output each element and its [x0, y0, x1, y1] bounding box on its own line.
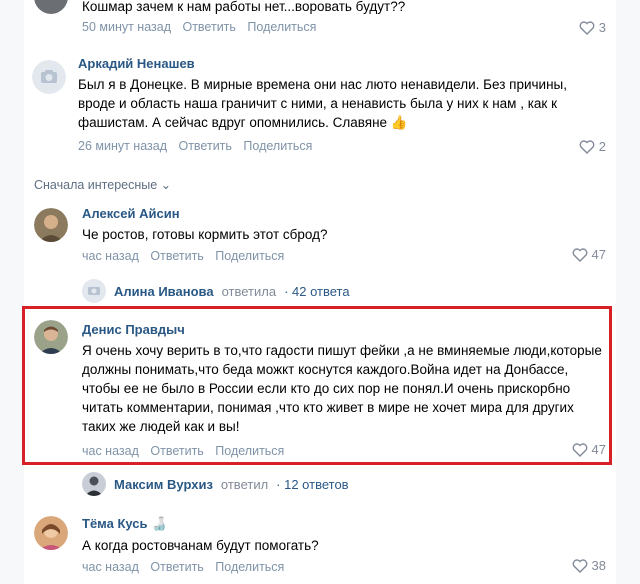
reply-link[interactable]: Ответить [150, 249, 203, 263]
comment-author[interactable]: Алексей Айсин [82, 206, 180, 221]
like-button[interactable]: 3 [579, 20, 606, 35]
avatar [82, 279, 106, 303]
avatar[interactable] [34, 208, 68, 242]
reply-verb: ответила [221, 283, 277, 299]
reply-author[interactable]: Алина Иванова [114, 284, 214, 299]
comment-meta: час назад Ответить Поделиться [82, 444, 292, 458]
camera-icon [91, 288, 97, 294]
comment-text: Кошмар зачем к нам работы нет...воровать… [82, 0, 406, 14]
comment-4: Тёма Кусь 🍶 А когда ростовчанам будут по… [24, 506, 616, 584]
share-link[interactable]: Поделиться [247, 20, 316, 34]
heart-icon [572, 442, 587, 457]
sort-dropdown[interactable]: Сначала интересные ⌄ [34, 177, 171, 192]
comment-meta: час назад Ответить Поделиться [82, 560, 292, 574]
comment-2: Алексей Айсин Че ростов, готовы кормить … [24, 196, 616, 276]
like-count: 2 [598, 139, 606, 154]
share-link[interactable]: Поделиться [215, 560, 284, 574]
reply-author[interactable]: Максим Вурхиз [114, 477, 213, 492]
comments-card: Кошмар зачем к нам работы нет...воровать… [24, 0, 616, 584]
reply-link[interactable]: Ответить [182, 20, 235, 34]
comment-author[interactable]: Тёма Кусь 🍶 [82, 516, 167, 532]
comment-author[interactable]: Аркадий Ненашев [78, 56, 195, 71]
avatar[interactable] [34, 320, 68, 354]
comment-time[interactable]: 50 минут назад [82, 20, 171, 34]
share-link[interactable]: Поделиться [215, 249, 284, 263]
avatar [82, 472, 106, 496]
comment-text: А когда ростовчанам будут помогать? [82, 538, 319, 553]
share-link[interactable]: Поделиться [215, 444, 284, 458]
avatar[interactable] [32, 60, 66, 94]
like-count: 47 [591, 442, 606, 457]
comment-3: Денис Правдыч Я очень хочу верить в то,ч… [24, 310, 616, 460]
comment-meta: 50 минут назад Ответить Поделиться [82, 20, 324, 34]
comment-text: Я очень хочу верить в то,что гадости пиш… [82, 343, 602, 434]
like-button[interactable]: 38 [572, 558, 606, 573]
reply-verb: ответил [220, 476, 269, 492]
reply-link[interactable]: Ответить [178, 139, 231, 153]
avatar[interactable] [34, 516, 68, 550]
like-count: 3 [598, 20, 606, 35]
comment-text: Был я в Донецке. В мирные времена они на… [78, 77, 567, 130]
comment-time[interactable]: час назад [82, 249, 139, 263]
comment-time[interactable]: час назад [82, 560, 139, 574]
reply-count[interactable]: · 12 ответов [276, 477, 348, 492]
like-count: 38 [591, 558, 606, 573]
like-button[interactable]: 47 [572, 247, 606, 262]
replies-thread-1[interactable]: Алина Иванова ответила · 42 ответа [82, 279, 350, 303]
reply-count[interactable]: · 42 ответа [284, 284, 350, 299]
heart-icon [572, 558, 587, 573]
comment-time[interactable]: час назад [82, 444, 139, 458]
comment-author[interactable]: Денис Правдыч [82, 322, 185, 337]
reply-link[interactable]: Ответить [150, 560, 203, 574]
comment-text: Че ростов, готовы кормить этот сброд? [82, 227, 328, 242]
heart-icon [572, 247, 587, 262]
comment-0: Кошмар зачем к нам работы нет...воровать… [24, 0, 616, 44]
comment-meta: 26 минут назад Ответить Поделиться [78, 139, 320, 153]
heart-icon [579, 20, 595, 35]
like-button[interactable]: 47 [572, 442, 606, 457]
comment-time[interactable]: 26 минут назад [78, 139, 167, 153]
camera-icon [45, 74, 53, 81]
share-link[interactable]: Поделиться [243, 139, 312, 153]
avatar[interactable] [34, 0, 68, 14]
like-button[interactable]: 2 [579, 139, 606, 154]
reply-link[interactable]: Ответить [150, 444, 203, 458]
replies-thread-2[interactable]: Максим Вурхиз ответил · 12 ответов [82, 472, 349, 496]
comment-1: Аркадий Ненашев Был я в Донецке. В мирны… [24, 44, 616, 164]
comment-meta: час назад Ответить Поделиться [82, 249, 292, 263]
heart-icon [579, 139, 595, 154]
like-count: 47 [591, 247, 606, 262]
